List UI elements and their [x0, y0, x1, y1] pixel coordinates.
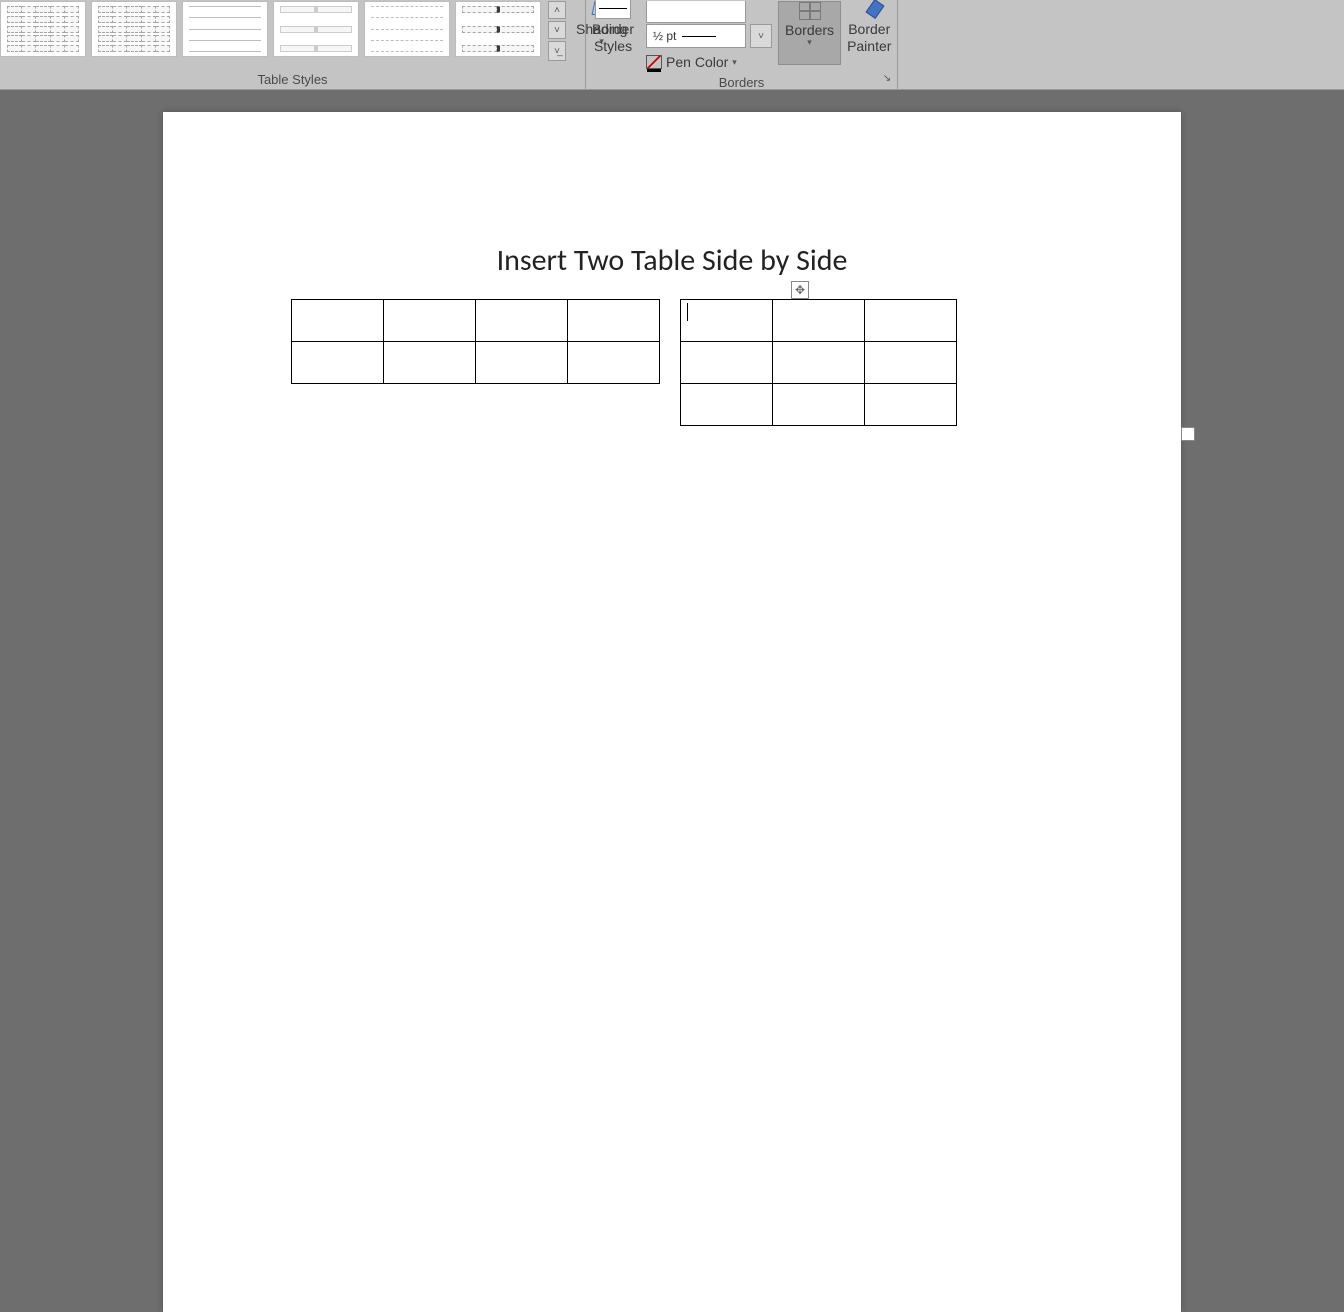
- border-styles-label: Border Styles: [592, 21, 634, 55]
- borders-icon: [799, 2, 821, 20]
- table-style-item[interactable]: [182, 1, 268, 57]
- borders-button[interactable]: Borders: [778, 1, 841, 65]
- table-row: [292, 300, 660, 342]
- side-by-side-tables: ✥: [291, 299, 1181, 426]
- ribbon: ˄ ˅ ˅̲ Shading Table Styles Border Style…: [0, 0, 1344, 90]
- table-style-item[interactable]: [91, 1, 177, 57]
- painter-icon: [857, 1, 881, 19]
- border-painter-label: Border Painter: [847, 21, 891, 55]
- pen-weight-dropdown[interactable]: ˅: [750, 24, 772, 48]
- pen-settings: ½ pt ˅ Pen Color ▾: [640, 1, 778, 75]
- table-row: [292, 342, 660, 384]
- document-area: Insert Two Table Side by Side ✥: [0, 90, 1344, 1312]
- table-row: [681, 342, 957, 384]
- table-row: [681, 300, 957, 342]
- document-title: Insert Two Table Side by Side: [163, 242, 1181, 279]
- left-table[interactable]: [291, 299, 660, 384]
- table-row: [681, 384, 957, 426]
- table-styles-group: ˄ ˅ ˅̲ Shading Table Styles: [0, 0, 586, 89]
- table-move-handle[interactable]: ✥: [791, 281, 809, 299]
- text-cursor: [687, 303, 688, 321]
- dropdown-icon: [807, 39, 812, 48]
- table-style-item[interactable]: [364, 1, 450, 57]
- table-style-item[interactable]: [0, 1, 86, 57]
- page[interactable]: Insert Two Table Side by Side ✥: [163, 112, 1181, 1312]
- table-style-item[interactable]: [273, 1, 359, 57]
- pen-weight-select[interactable]: ½ pt: [646, 24, 746, 48]
- border-styles-button[interactable]: Border Styles: [586, 1, 640, 65]
- table-styles-gallery[interactable]: ˄ ˅ ˅̲: [0, 1, 566, 61]
- pen-weight-value: ½ pt: [653, 29, 676, 43]
- table-styles-group-label: Table Styles: [0, 72, 585, 89]
- line-weight-preview-icon: [682, 36, 716, 37]
- pen-color-button[interactable]: Pen Color ▾: [640, 49, 778, 75]
- border-painter-button[interactable]: Border Painter: [841, 1, 897, 65]
- borders-group-label: Borders: [586, 75, 897, 92]
- pen-color-label: Pen Color: [666, 54, 728, 70]
- table-style-item[interactable]: [455, 1, 541, 57]
- gallery-controls: ˄ ˅ ˅̲: [548, 1, 566, 61]
- border-style-preview-icon: [595, 0, 631, 19]
- gallery-scroll-up[interactable]: ˄: [548, 1, 566, 19]
- gallery-scroll-down[interactable]: ˅: [548, 21, 566, 39]
- gallery-expand[interactable]: ˅̲: [548, 41, 566, 61]
- borders-group: Border Styles ½ pt ˅ Pen Color ▾: [586, 0, 898, 89]
- dialog-launcher[interactable]: ↘: [880, 73, 894, 87]
- table-resize-handle[interactable]: [1181, 427, 1195, 441]
- pen-color-icon: [646, 55, 662, 69]
- right-table[interactable]: [680, 299, 957, 426]
- line-style-preview[interactable]: [646, 1, 746, 23]
